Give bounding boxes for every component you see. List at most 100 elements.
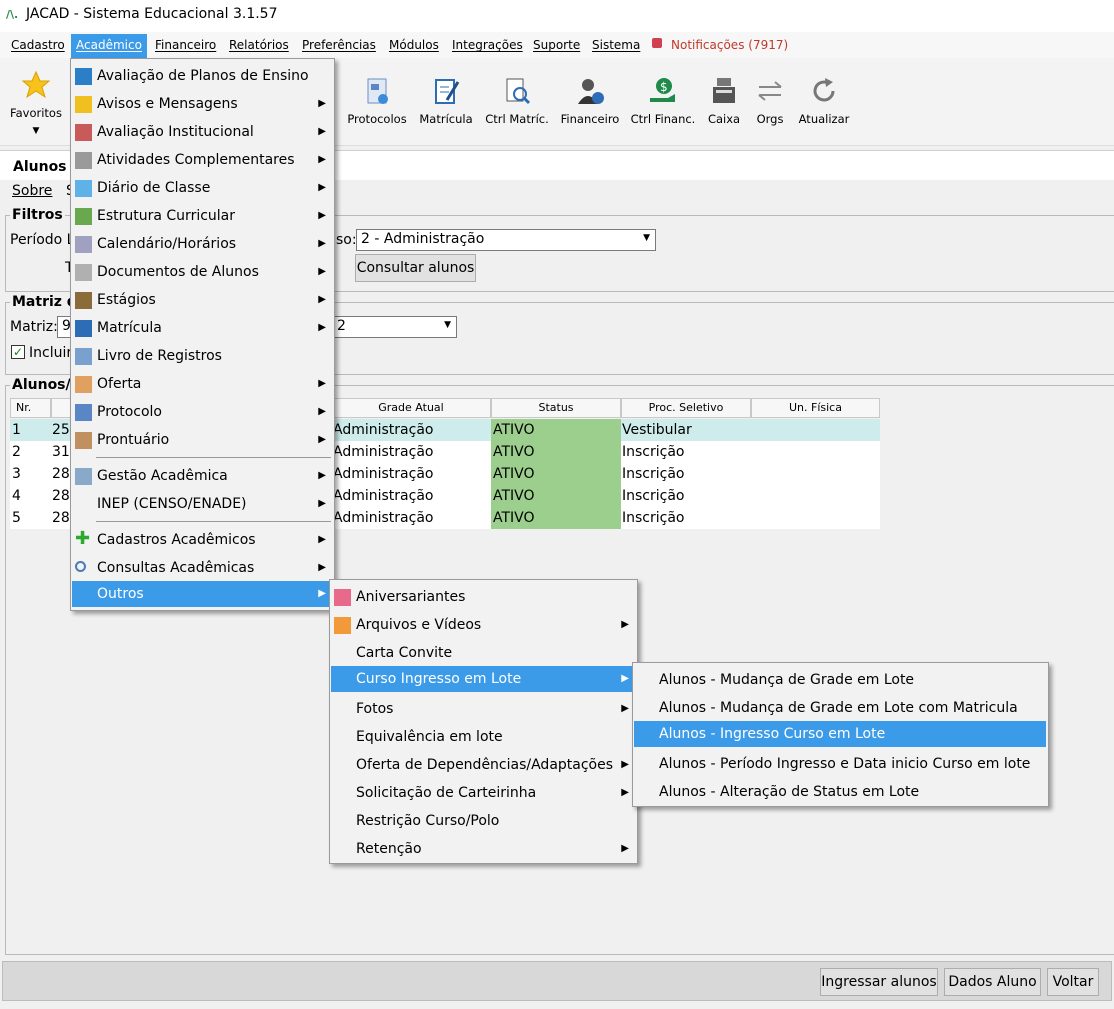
outros-menu: Aniversariantes Arquivos e Vídeos ▶ Carta… <box>329 579 638 864</box>
menu-item-arquivos[interactable]: Arquivos e Vídeos ▶ <box>331 612 637 638</box>
menu-item-restricao[interactable]: Restrição Curso/Polo <box>331 808 637 834</box>
menu-modulos[interactable]: Módulos <box>385 36 443 56</box>
menu-item-alteracao-status[interactable]: Alunos - Alteração de Status em Lote <box>634 779 1048 805</box>
menu-item-outros[interactable]: Outros ▶ <box>72 581 334 607</box>
col-status[interactable]: Status <box>491 398 621 418</box>
menu-suporte[interactable]: Suporte <box>529 36 584 56</box>
orgs-button[interactable]: Orgs <box>752 76 788 126</box>
menu-item-mudanca-grade-matricula[interactable]: Alunos - Mudança de Grade em Lote com Ma… <box>634 695 1048 721</box>
window-title: JACAD - Sistema Educacional 3.1.57 <box>26 6 278 22</box>
swap-arrows-icon <box>758 81 782 101</box>
academico-menu: Avaliação de Planos de Ensino Avisos e M… <box>70 58 335 611</box>
menu-item-consultas[interactable]: Consultas Acadêmicas ▶ <box>72 555 334 581</box>
refresh-icon <box>813 78 835 102</box>
menu-item-inep[interactable]: INEP (CENSO/ENADE) ▶ <box>72 491 334 517</box>
chevron-down-icon: ▼ <box>32 126 40 136</box>
menu-item-livro[interactable]: Livro de Registros <box>72 343 334 369</box>
menu-cadastro[interactable]: Cadastro <box>7 36 69 56</box>
menu-item-estagios[interactable]: Estágios ▶ <box>72 287 334 313</box>
ctrl-matric-button[interactable]: Ctrl Matríc. <box>484 76 550 126</box>
matricula-button[interactable]: Matrícula <box>416 76 476 126</box>
menu-item-avaliacao-institucional[interactable]: Avaliação Institucional ▶ <box>72 119 334 145</box>
ingressar-alunos-button[interactable]: Ingressar alunos <box>820 968 938 996</box>
menu-item-carta[interactable]: Carta Convite <box>331 640 637 666</box>
menu-academico[interactable]: Acadêmico <box>71 34 147 58</box>
menu-item-ingresso-curso[interactable]: Alunos - Ingresso Curso em Lote <box>634 721 1046 747</box>
col-grade[interactable]: Grade Atual <box>331 398 491 418</box>
chevron-right-icon: ▶ <box>621 759 629 770</box>
chevron-right-icon: ▶ <box>318 210 326 221</box>
menu-financeiro[interactable]: Financeiro <box>151 36 220 56</box>
cell-nr: 1 <box>12 422 21 438</box>
menu-integracoes[interactable]: Integrações <box>448 36 527 56</box>
filtros-title: Filtros <box>10 207 65 223</box>
people-icon <box>75 292 92 309</box>
menu-item-documentos[interactable]: Documentos de Alunos ▶ <box>72 259 334 285</box>
incluir-checkbox[interactable]: ✓ <box>11 345 25 359</box>
ctrl-financ-label: Ctrl Financ. <box>630 112 696 126</box>
chevron-right-icon: ▶ <box>318 238 326 249</box>
caixa-button[interactable]: Caixa <box>704 76 744 126</box>
menu-sistema[interactable]: Sistema <box>588 36 644 56</box>
menu-item-periodo-ingresso[interactable]: Alunos - Período Ingresso e Data inicio … <box>634 751 1048 777</box>
cell-proc: Inscrição <box>622 488 685 504</box>
tab-alunos[interactable]: Alunos - <box>13 159 77 175</box>
ctrl-financ-button[interactable]: $ Ctrl Financ. <box>630 76 696 126</box>
cell-status: ATIVO <box>491 463 621 485</box>
voltar-button[interactable]: Voltar <box>1047 968 1099 996</box>
menu-item-oferta[interactable]: Oferta ▶ <box>72 371 334 397</box>
menu-item-avaliacao-planos[interactable]: Avaliação de Planos de Ensino <box>72 63 334 89</box>
menu-item-cadastros[interactable]: ✚ Cadastros Acadêmicos ▶ <box>72 527 334 553</box>
menu-notificacoes[interactable]: Notificações (7917) <box>667 36 792 56</box>
consultar-alunos-button[interactable]: Consultar alunos <box>355 254 476 282</box>
curso-select[interactable]: 2 - Administração ▼ <box>356 229 656 251</box>
menu-separator <box>96 457 331 458</box>
col-proc[interactable]: Proc. Seletivo <box>621 398 751 418</box>
menu-item-avisos[interactable]: Avisos e Mensagens ▶ <box>72 91 334 117</box>
cell-grade: Administração <box>333 510 434 526</box>
menu-item-curso-lote[interactable]: Curso Ingresso em Lote ▶ <box>331 666 637 692</box>
menu-item-diario[interactable]: Diário de Classe ▶ <box>72 175 334 201</box>
menu-item-equivalencia[interactable]: Equivalência em lote <box>331 724 637 750</box>
money-hand-icon: $ <box>650 78 675 102</box>
chevron-right-icon: ▶ <box>318 182 326 193</box>
menu-item-estrutura[interactable]: Estrutura Curricular ▶ <box>72 203 334 229</box>
menu-item-carteirinha[interactable]: Solicitação de Carteirinha ▶ <box>331 780 637 806</box>
cash-register-icon <box>713 78 735 103</box>
menu-item-aniversariantes[interactable]: Aniversariantes <box>331 584 637 610</box>
matriz-title: Matriz d <box>10 294 79 310</box>
menu-item-oferta-dependencias[interactable]: Oferta de Dependências/Adaptações ▶ <box>331 752 637 778</box>
dados-aluno-button[interactable]: Dados Aluno <box>944 968 1041 996</box>
menu-separator <box>96 521 331 522</box>
menu-item-mudanca-grade[interactable]: Alunos - Mudança de Grade em Lote <box>634 667 1048 693</box>
chevron-down-icon: ▼ <box>643 233 650 243</box>
notification-icon <box>652 38 662 48</box>
col-un[interactable]: Un. Física <box>751 398 880 418</box>
menu-item-prontuario[interactable]: Prontuário ▶ <box>72 427 334 453</box>
document-icon <box>75 264 92 281</box>
financeiro-label: Financeiro <box>560 112 620 126</box>
tab-sobre[interactable]: Sobre <box>12 183 52 199</box>
menu-item-protocolo[interactable]: Protocolo ▶ <box>72 399 334 425</box>
financeiro-button[interactable]: Financeiro <box>558 76 622 126</box>
atualizar-label: Atualizar <box>798 112 850 126</box>
favoritos-button[interactable]: Favoritos ▼ <box>8 70 64 136</box>
curso-value: 2 - Administração <box>361 231 485 247</box>
menu-item-matricula[interactable]: Matrícula ▶ <box>72 315 334 341</box>
menu-item-calendario[interactable]: Calendário/Horários ▶ <box>72 231 334 257</box>
favoritos-label: Favoritos <box>10 106 62 120</box>
col-nr[interactable]: Nr. <box>10 398 51 418</box>
chevron-right-icon: ▶ <box>318 562 326 573</box>
menu-item-fotos[interactable]: Fotos ▶ <box>331 696 637 722</box>
menu-relatorios[interactable]: Relatórios <box>225 36 293 56</box>
atualizar-button[interactable]: Atualizar <box>796 76 852 126</box>
protocolos-button[interactable]: Protocolos <box>342 76 412 126</box>
menu-preferencias[interactable]: Preferências <box>298 36 380 56</box>
org-icon <box>75 468 92 485</box>
menu-item-retencao[interactable]: Retenção ▶ <box>331 836 637 862</box>
protocolos-label: Protocolos <box>347 112 407 126</box>
curso-label: so: <box>336 232 357 248</box>
menu-item-atividades[interactable]: Atividades Complementares ▶ <box>72 147 334 173</box>
cell-nr: 4 <box>12 488 21 504</box>
menu-item-gestao[interactable]: Gestão Acadêmica ▶ <box>72 463 334 489</box>
